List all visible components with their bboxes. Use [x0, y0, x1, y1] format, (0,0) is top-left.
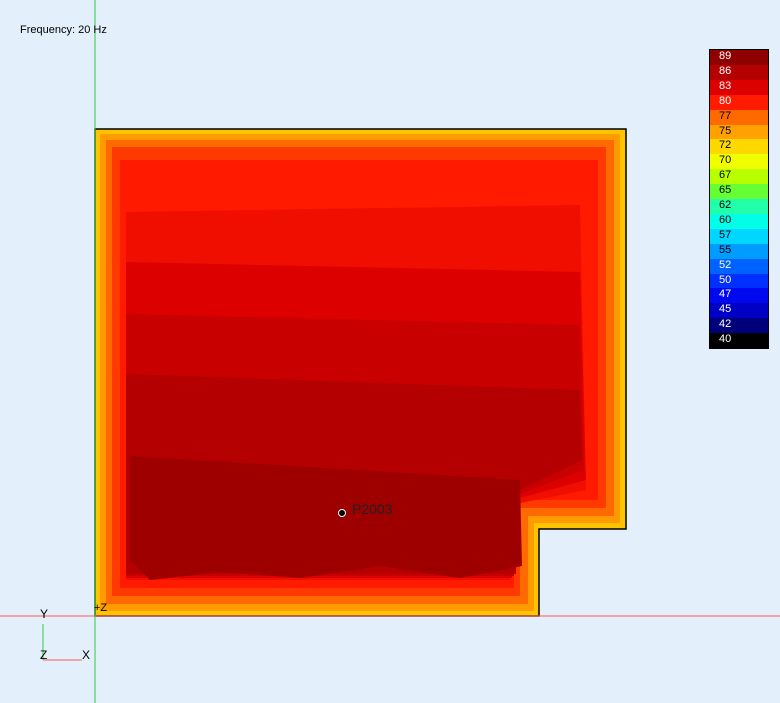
legend-entry: 62 [710, 199, 768, 215]
legend-entry-label: 67 [719, 169, 732, 182]
probe-label: P2003 [352, 501, 393, 517]
legend-entry: 80 [710, 94, 768, 111]
legend-entry: 77 [710, 109, 768, 126]
room-contour-map [95, 129, 626, 616]
legend-entry-label: 65 [719, 184, 732, 197]
legend-entry-label: 83 [719, 79, 732, 92]
contour-plot-canvas [0, 0, 780, 703]
color-scale-legend: 89 86 83 80 77 75 72 70 67 65 62 60 57 55 52 50 47 45 42 40 [709, 49, 769, 349]
legend-entry: 70 [710, 154, 768, 170]
legend-entry-label: 80 [719, 94, 732, 107]
probe-point-marker[interactable] [338, 509, 346, 517]
legend-entry-label: 52 [719, 258, 732, 271]
legend-entry: 89 [710, 50, 768, 66]
legend-entry-label: 77 [719, 109, 732, 122]
legend-entry: 60 [710, 213, 768, 230]
legend-entry: 55 [710, 243, 768, 260]
legend-entry-label: 62 [719, 199, 732, 211]
legend-entry-label: 40 [719, 333, 732, 346]
legend-entry-label: 45 [719, 303, 732, 316]
plus-z-label: +Z [94, 602, 108, 614]
legend-entry-label: 50 [719, 273, 732, 286]
legend-entry-label: 47 [719, 288, 732, 301]
legend-entry: 65 [710, 184, 768, 200]
legend-entry: 40 [710, 333, 768, 348]
legend-entry: 75 [710, 124, 768, 140]
legend-entry: 57 [710, 228, 768, 245]
triad-y-label: Y [40, 607, 49, 621]
legend-entry-label: 72 [719, 139, 732, 152]
triad-x-label: X [82, 648, 91, 662]
legend-entry: 45 [710, 303, 768, 319]
legend-entry-label: 75 [719, 124, 732, 137]
legend-entry: 47 [710, 288, 768, 304]
legend-entry-label: 70 [719, 154, 732, 167]
legend-entry-label: 86 [719, 64, 732, 77]
legend-entry-label: 57 [719, 228, 732, 241]
legend-entry-label: 42 [719, 318, 732, 331]
legend-entry: 72 [710, 139, 768, 155]
legend-entry: 67 [710, 169, 768, 185]
legend-entry: 42 [710, 318, 768, 334]
legend-entry: 83 [710, 79, 768, 96]
legend-entry-label: 55 [719, 243, 732, 256]
legend-entry-label: 60 [719, 213, 732, 226]
triad-z-label: Z [40, 648, 48, 662]
frequency-label: Frequency: 20 Hz [20, 24, 107, 36]
legend-entry: 86 [710, 64, 768, 81]
legend-entry-label: 89 [719, 50, 732, 62]
legend-entry: 52 [710, 258, 768, 275]
legend-entry: 50 [710, 273, 768, 289]
